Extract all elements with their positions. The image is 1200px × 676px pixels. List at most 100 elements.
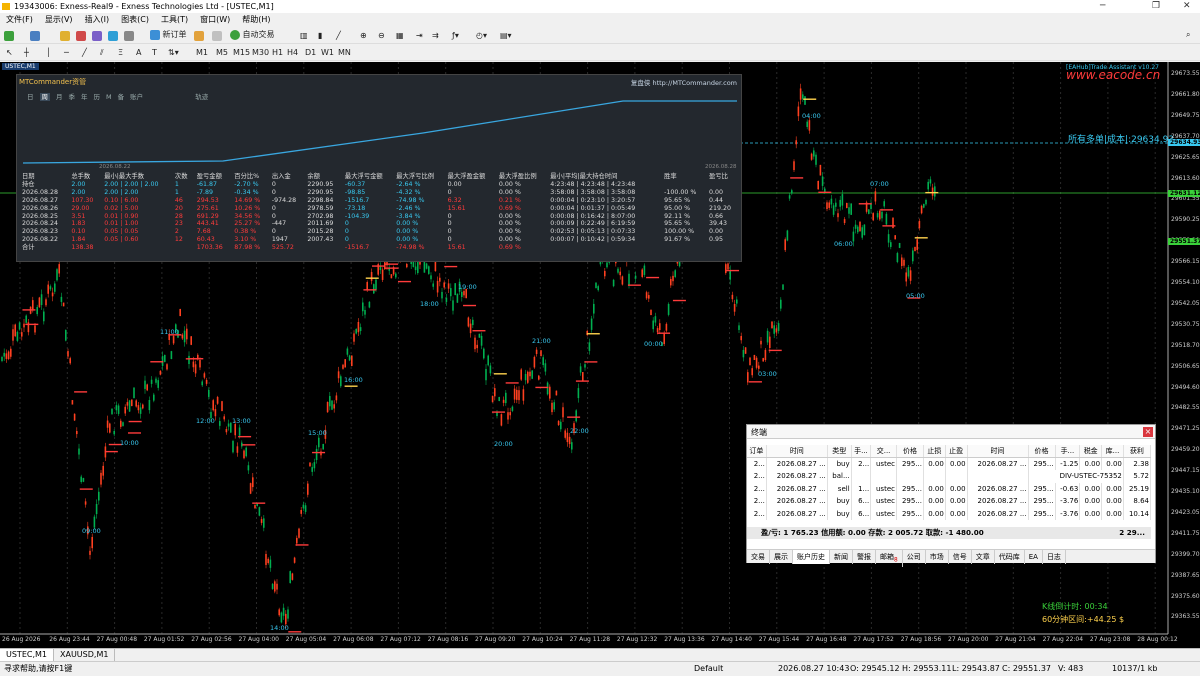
menu-file[interactable]: 文件(F) — [0, 13, 39, 27]
market-watch-icon[interactable] — [60, 29, 70, 43]
templates-icon[interactable]: ▤▾ — [500, 29, 512, 43]
maximize-icon[interactable]: ❐ — [1152, 0, 1160, 13]
candle-body — [896, 253, 899, 263]
history-column-header[interactable]: 价格 — [896, 445, 924, 458]
status-bar: 寻求帮助,请按F1键 Default 2026.08.27 10:43 O: 2… — [0, 661, 1200, 675]
tester-icon[interactable] — [124, 29, 134, 43]
zoom-in-icon[interactable]: ⊕ — [360, 29, 367, 43]
vertical-line-icon[interactable]: │ — [46, 46, 51, 60]
candle-body — [221, 401, 223, 412]
arrows-icon[interactable]: ⇅▾ — [168, 46, 179, 60]
history-row[interactable]: 2... 2026.08.27 ... sell 1... ustec 295... 0.0… — [747, 482, 1152, 495]
timeframe-m30[interactable]: M30 — [252, 46, 269, 60]
tile-windows-icon[interactable]: ▦ — [396, 29, 404, 43]
menu-help[interactable]: 帮助(H) — [236, 13, 276, 27]
search-icon[interactable]: ⌕ — [1186, 28, 1190, 42]
candle-body — [758, 365, 760, 369]
new-chart-icon[interactable] — [4, 29, 14, 43]
terminal-tab[interactable]: 市场 — [926, 550, 949, 564]
history-column-header[interactable]: 时间 — [766, 445, 828, 458]
history-row[interactable]: 2... 2026.08.27 ... buy 6... ustec 295... 0.00… — [747, 495, 1152, 508]
history-column-header[interactable]: 时间 — [967, 445, 1029, 458]
periods-icon[interactable]: ◴▾ — [476, 29, 487, 43]
timeframe-h1[interactable]: H1 — [272, 46, 283, 60]
terminal-tab[interactable]: 邮箱8 — [876, 550, 903, 568]
candle-body — [62, 302, 65, 307]
zoom-out-icon[interactable]: ⊖ — [378, 29, 385, 43]
mtc-link[interactable]: 复盘侠 http://MTCommander.com — [631, 77, 737, 87]
menu-tools[interactable]: 工具(T) — [155, 13, 194, 27]
terminal-tab[interactable]: 公司 — [903, 550, 926, 564]
candle-chart-icon[interactable]: ▮ — [318, 29, 322, 43]
close-icon[interactable]: ✕ — [1183, 0, 1191, 13]
label-icon[interactable]: T — [152, 46, 157, 60]
bar-chart-icon[interactable]: ▥ — [300, 29, 308, 43]
terminal-tab[interactable]: 代码库 — [995, 550, 1025, 564]
timeframe-m5[interactable]: M5 — [216, 46, 228, 60]
menu-view[interactable]: 显示(V) — [39, 13, 79, 27]
history-row[interactable]: 2... 2026.08.27 ... buy 6... ustec 295... 0.00… — [747, 507, 1152, 520]
profiles-icon[interactable] — [30, 29, 40, 43]
history-column-header[interactable]: 类型 — [827, 445, 852, 458]
terminal-tab[interactable]: 日志 — [1043, 550, 1066, 564]
chart-tab-xauusd[interactable]: XAUUSD,M1 — [54, 649, 116, 661]
timeframe-w1[interactable]: W1 — [321, 46, 334, 60]
text-icon[interactable]: A — [136, 46, 141, 60]
terminal-icon[interactable] — [108, 29, 118, 43]
candle-body — [885, 213, 888, 225]
horizontal-line-icon[interactable]: ─ — [64, 46, 69, 60]
new-order-button[interactable]: 新订单 — [150, 28, 187, 42]
history-column-header[interactable]: 税金 — [1079, 445, 1103, 458]
candle-body — [597, 286, 599, 291]
timeframe-d1[interactable]: D1 — [305, 46, 316, 60]
crosshair-icon[interactable]: ┼ — [24, 46, 29, 60]
terminal-tab[interactable]: 文章 — [972, 550, 995, 564]
trendline-icon[interactable]: ╱ — [82, 46, 87, 60]
history-column-header[interactable]: 交... — [870, 445, 897, 458]
history-column-header[interactable]: 止损 — [923, 445, 946, 458]
cursor-icon[interactable]: ↖ — [6, 46, 13, 60]
mtc-cell: 95.65 % — [664, 196, 691, 204]
history-cell: -1.25 — [1055, 457, 1081, 470]
line-chart-icon[interactable]: ╱ — [336, 29, 341, 43]
navigator-icon[interactable] — [92, 29, 102, 43]
terminal-tab[interactable]: 新闻 — [830, 550, 853, 564]
history-column-header[interactable]: 价格 — [1028, 445, 1056, 458]
history-column-header[interactable]: 获利 — [1123, 445, 1152, 458]
timeframe-mn[interactable]: MN — [338, 46, 351, 60]
terminal-tab[interactable]: 交易 — [747, 550, 770, 564]
terminal-tab[interactable]: 信号 — [949, 550, 972, 564]
terminal-tab[interactable]: 账户历史 — [793, 550, 830, 564]
chart-tab-ustec[interactable]: USTEC,M1 — [0, 649, 54, 661]
menu-window[interactable]: 窗口(W) — [194, 13, 236, 27]
history-column-header[interactable]: 库... — [1101, 445, 1124, 458]
history-row[interactable]: 2... 2026.08.27 ... bal... DIV-USTEC-75352 5… — [747, 470, 1152, 483]
history-column-header[interactable]: 止盈 — [945, 445, 968, 458]
minimize-icon[interactable]: ─ — [1100, 0, 1105, 13]
history-column-header[interactable]: 订单 — [747, 445, 767, 458]
autoscroll-icon[interactable]: ⇉ — [432, 29, 439, 43]
timeframe-m15[interactable]: M15 — [233, 46, 250, 60]
timeframe-h4[interactable]: H4 — [287, 46, 298, 60]
metaeditor-icon[interactable] — [194, 29, 204, 43]
price-tick: 29661.80 — [1171, 90, 1200, 98]
menu-charts[interactable]: 图表(C) — [115, 13, 155, 27]
timeframe-m1[interactable]: M1 — [196, 46, 208, 60]
data-window-icon[interactable] — [76, 29, 86, 43]
chart-shift-icon[interactable]: ⇥ — [416, 29, 423, 43]
menu-insert[interactable]: 插入(I) — [79, 13, 116, 27]
terminal-tab[interactable]: EA — [1025, 550, 1043, 564]
history-column-header[interactable]: 手... — [851, 445, 872, 458]
signals-icon[interactable] — [212, 29, 222, 43]
close-icon[interactable]: × — [1143, 427, 1153, 437]
terminal-tab[interactable]: 警报 — [853, 550, 876, 564]
candle-body — [782, 284, 784, 290]
fibonacci-icon[interactable]: Ξ — [118, 46, 123, 60]
channel-icon[interactable]: ⫽ — [100, 46, 104, 60]
history-row[interactable]: 2... 2026.08.27 ... buy 2... ustec 295... 0.00… — [747, 457, 1152, 470]
terminal-tab[interactable]: 展示 — [770, 550, 793, 564]
indicators-icon[interactable]: ƒ▾ — [452, 29, 459, 43]
auto-trading-button[interactable]: 自动交易 — [230, 28, 275, 42]
history-column-header[interactable]: 手... — [1055, 445, 1081, 458]
candle-body — [362, 302, 364, 312]
